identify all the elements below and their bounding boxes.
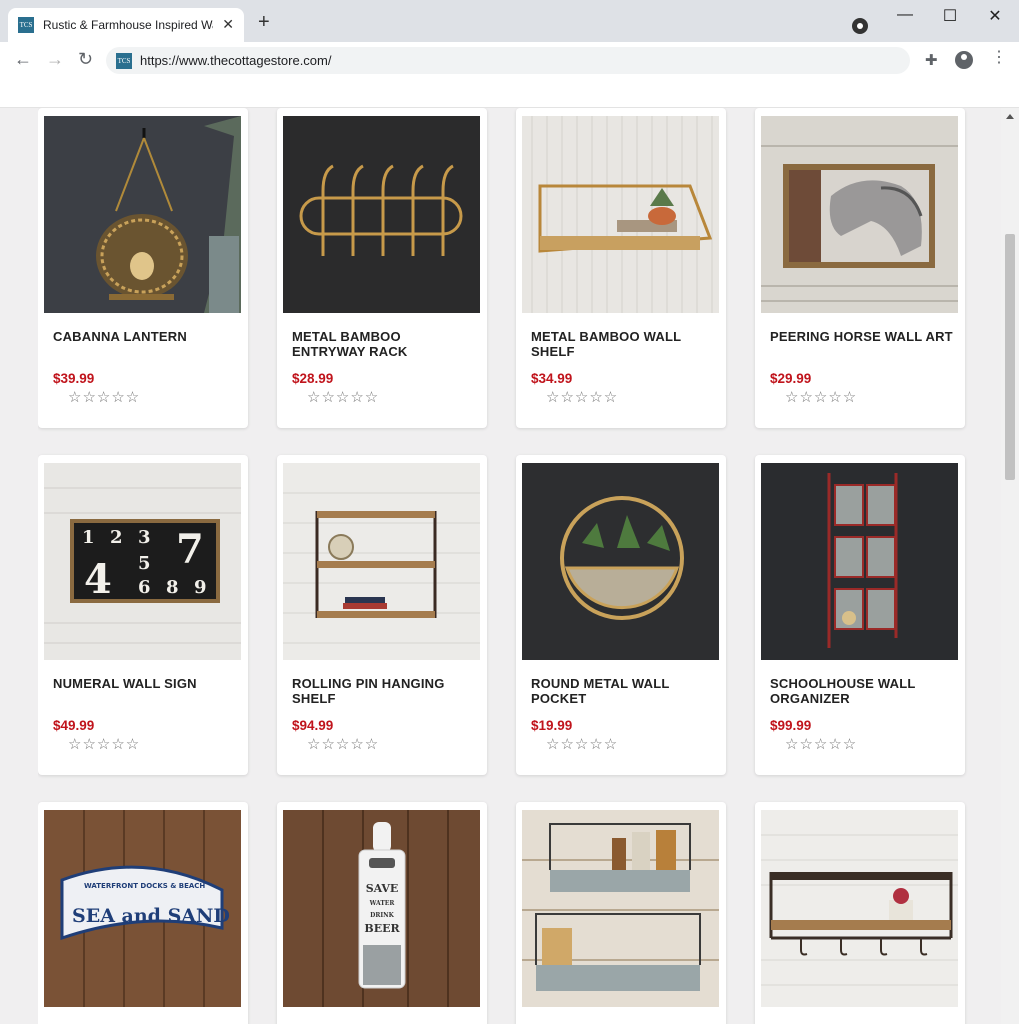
product-price: $39.99: [53, 371, 95, 386]
hanging-shelf-image[interactable]: [283, 463, 480, 660]
browser-titlebar: TCS Rustic & Farmhouse Inspired Wa ✕ + —…: [0, 0, 1019, 42]
numeral-sign-image[interactable]: 1 2 3 7 4 5 6 8 9: [44, 463, 241, 660]
rating-stars-icon: ☆☆☆☆☆: [546, 389, 619, 406]
hook-rack-image[interactable]: [283, 116, 480, 313]
product-card[interactable]: [755, 802, 965, 1024]
product-price: $29.99: [770, 371, 812, 386]
numeral-digit: 6: [138, 577, 151, 598]
tab-close-icon[interactable]: ✕: [222, 17, 234, 31]
product-card[interactable]: 1 2 3 7 4 5 6 8 9 NUMERAL WALL SIGN $49.…: [38, 455, 248, 775]
opener-text: BEER: [364, 922, 400, 935]
product-price: $34.99: [531, 371, 573, 386]
scroll-up-arrow-icon[interactable]: [1006, 114, 1014, 119]
bottle-opener-image[interactable]: SAVE WATER DRINK BEER: [283, 810, 480, 1007]
rating-stars-icon: ☆☆☆☆☆: [307, 389, 380, 406]
site-favicon-icon: TCS: [18, 17, 34, 33]
page-header-area: [0, 78, 1019, 108]
numeral-digit: 3: [138, 527, 151, 548]
wall-pocket-image[interactable]: [522, 463, 719, 660]
product-card[interactable]: METAL BAMBOO ENTRYWAY RACK $28.99 ☆☆☆☆☆: [277, 108, 487, 428]
wood-shelf-image[interactable]: [761, 810, 958, 1007]
numeral-digit: 8: [166, 577, 179, 598]
product-card[interactable]: [516, 802, 726, 1024]
product-name[interactable]: PEERING HORSE WALL ART: [770, 329, 955, 344]
rating-stars-icon: ☆☆☆☆☆: [546, 736, 619, 753]
forward-button[interactable]: →: [46, 50, 64, 68]
organizer-image[interactable]: [761, 463, 958, 660]
numeral-digit: 2: [110, 527, 123, 548]
opener-text: WATER: [369, 900, 396, 907]
browser-menu-icon[interactable]: ⋮: [991, 50, 1007, 66]
opener-text: SAVE: [366, 882, 399, 895]
maximize-button[interactable]: ☐: [935, 6, 965, 26]
product-price: $28.99: [292, 371, 334, 386]
browser-toolbar: ← → ↻ TCS https://www.thecottagestore.co…: [0, 42, 1019, 78]
reload-button[interactable]: ↻: [78, 50, 93, 68]
numeral-digit: 7: [176, 526, 204, 573]
product-price: $49.99: [53, 718, 95, 733]
product-name[interactable]: ROUND METAL WALL POCKET: [531, 676, 716, 706]
rating-stars-icon: ☆☆☆☆☆: [785, 736, 858, 753]
browser-tab[interactable]: TCS Rustic & Farmhouse Inspired Wa ✕: [8, 8, 244, 42]
horse-art-image[interactable]: [761, 116, 958, 313]
site-favicon-icon: TCS: [116, 52, 132, 69]
profile-avatar-icon[interactable]: [955, 51, 973, 69]
product-card[interactable]: ROUND METAL WALL POCKET $19.99 ☆☆☆☆☆: [516, 455, 726, 775]
lantern-image[interactable]: [44, 116, 241, 313]
product-name[interactable]: ROLLING PIN HANGING SHELF: [292, 676, 477, 706]
rating-stars-icon: ☆☆☆☆☆: [68, 389, 141, 406]
product-name[interactable]: SCHOOLHOUSE WALL ORGANIZER: [770, 676, 955, 706]
sea-and-sand-sign-image[interactable]: WATERFRONT DOCKS & BEACH SEA and SAND: [44, 810, 241, 1007]
wall-shelf-image[interactable]: [522, 116, 719, 313]
address-bar[interactable]: TCS https://www.thecottagestore.com/: [106, 47, 910, 74]
back-button[interactable]: ←: [14, 50, 32, 68]
product-name[interactable]: METAL BAMBOO WALL SHELF: [531, 329, 716, 359]
extensions-icon[interactable]: ✚: [925, 51, 938, 69]
product-name[interactable]: CABANNA LANTERN: [53, 329, 238, 344]
product-grid: CABANNA LANTERN $39.99 ☆☆☆☆☆ METAL BAMBO…: [38, 108, 968, 1024]
sign-top-line: WATERFRONT DOCKS & BEACH: [84, 882, 205, 890]
product-card[interactable]: CABANNA LANTERN $39.99 ☆☆☆☆☆: [38, 108, 248, 428]
numeral-digit: 9: [194, 577, 207, 598]
page-scrollbar[interactable]: [1001, 108, 1019, 1024]
media-record-icon[interactable]: [852, 18, 868, 34]
rating-stars-icon: ☆☆☆☆☆: [68, 736, 141, 753]
scrollbar-thumb[interactable]: [1005, 234, 1015, 480]
opener-text: DRINK: [370, 912, 394, 919]
product-price: $99.99: [770, 718, 812, 733]
tab-title: Rustic & Farmhouse Inspired Wa: [43, 18, 213, 32]
product-card[interactable]: WATERFRONT DOCKS & BEACH SEA and SAND: [38, 802, 248, 1024]
product-card[interactable]: SCHOOLHOUSE WALL ORGANIZER $99.99 ☆☆☆☆☆: [755, 455, 965, 775]
product-name[interactable]: NUMERAL WALL SIGN: [53, 676, 238, 691]
product-price: $19.99: [531, 718, 573, 733]
numeral-digit: 1: [82, 527, 95, 548]
metal-shelves-image[interactable]: [522, 810, 719, 1007]
numeral-digit: 4: [84, 556, 112, 603]
close-window-button[interactable]: ✕: [980, 6, 1010, 26]
product-card[interactable]: SAVE WATER DRINK BEER: [277, 802, 487, 1024]
product-card[interactable]: PEERING HORSE WALL ART $29.99 ☆☆☆☆☆: [755, 108, 965, 428]
new-tab-button[interactable]: +: [258, 12, 270, 32]
sign-main-text: SEA and SAND: [72, 905, 230, 927]
product-name[interactable]: METAL BAMBOO ENTRYWAY RACK: [292, 329, 477, 359]
rating-stars-icon: ☆☆☆☆☆: [785, 389, 858, 406]
rating-stars-icon: ☆☆☆☆☆: [307, 736, 380, 753]
product-card[interactable]: METAL BAMBOO WALL SHELF $34.99 ☆☆☆☆☆: [516, 108, 726, 428]
minimize-button[interactable]: —: [890, 6, 920, 24]
product-price: $94.99: [292, 718, 334, 733]
url-text[interactable]: https://www.thecottagestore.com/: [140, 53, 331, 68]
product-card[interactable]: ROLLING PIN HANGING SHELF $94.99 ☆☆☆☆☆: [277, 455, 487, 775]
numeral-digit: 5: [138, 553, 151, 574]
